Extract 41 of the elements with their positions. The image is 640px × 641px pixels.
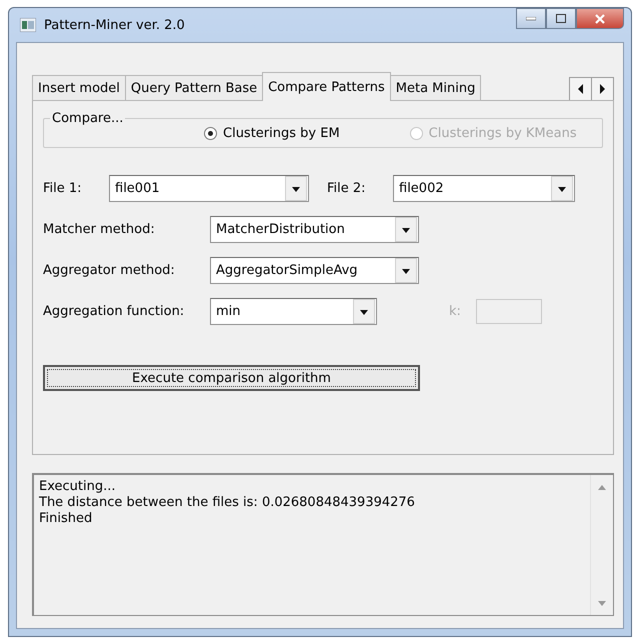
caret-icon: [558, 184, 566, 192]
app-icon: [20, 18, 36, 32]
up-arrow-icon: [598, 483, 606, 491]
output-line: The distance between the files is: 0.02680848439394276: [39, 495, 416, 511]
field-label: File 2:: [326, 181, 367, 196]
minimize-button[interactable]: [516, 8, 546, 29]
tab[interactable]: Query Pattern Base: [124, 75, 264, 101]
down-arrow-icon: [598, 599, 606, 607]
dropdown[interactable]: min: [210, 298, 377, 325]
output-line: Executing...: [39, 479, 116, 495]
right-arrow-icon: [599, 84, 606, 94]
scroll-right-button[interactable]: [591, 77, 614, 101]
radio-option[interactable]: Clusterings by EM: [204, 126, 340, 141]
caret-icon: [402, 266, 410, 274]
maximize-icon: [556, 14, 566, 23]
execute-button[interactable]: Execute comparison algorithm: [43, 365, 420, 391]
close-icon: [594, 14, 606, 24]
dropdown[interactable]: MatcherDistribution: [210, 216, 419, 243]
caret-icon: [360, 308, 368, 316]
dropdown[interactable]: AggregatorSimpleAvg: [210, 257, 419, 284]
scroll-left-button[interactable]: [569, 77, 592, 101]
close-button[interactable]: [576, 8, 624, 29]
tab[interactable]: Compare Patterns: [262, 72, 391, 101]
output-line: Finished: [39, 511, 94, 527]
field-label: Aggregation function:: [43, 304, 186, 319]
dropdown[interactable]: file001: [109, 175, 309, 202]
field-label: File 1:: [43, 181, 83, 196]
radio-button[interactable]: [204, 127, 217, 140]
field-label: Aggregator method:: [43, 263, 176, 278]
tab[interactable]: Meta Mining: [390, 75, 482, 101]
caret-icon: [292, 184, 300, 192]
dropdown[interactable]: file002: [393, 175, 575, 202]
window-title: Pattern-Miner ver. 2.0: [44, 18, 185, 32]
field-label: k:: [449, 304, 461, 319]
group-title: Compare...: [51, 111, 124, 126]
maximize-button[interactable]: [546, 8, 576, 29]
minimize-icon: [526, 16, 536, 20]
left-arrow-icon: [577, 84, 584, 94]
field-label: Matcher method:: [43, 222, 156, 237]
tab[interactable]: Insert model: [32, 75, 126, 101]
caret-icon: [402, 226, 410, 234]
